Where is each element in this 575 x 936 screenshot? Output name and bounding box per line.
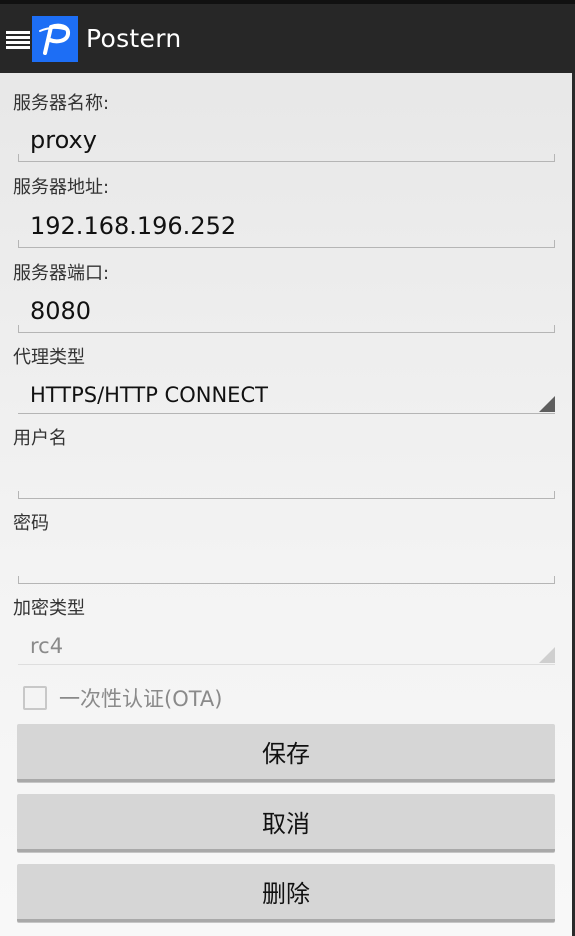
server-name-label: 服务器名称: (13, 93, 110, 114)
proxy-type-value: HTTPS/HTTP CONNECT (30, 383, 268, 407)
cancel-button[interactable]: 取消 (17, 794, 555, 852)
username-label: 用户名 (13, 428, 67, 449)
action-bar: Postern (0, 0, 575, 73)
menu-icon[interactable] (6, 30, 30, 50)
encryption-type-spinner: rc4 (18, 629, 555, 665)
delete-button[interactable]: 删除 (17, 864, 555, 922)
server-address-label: 服务器地址: (13, 177, 110, 198)
password-input[interactable] (18, 544, 555, 584)
ota-checkbox-label: 一次性认证(OTA) (59, 687, 223, 711)
proxy-type-spinner[interactable]: HTTPS/HTTP CONNECT (18, 378, 555, 414)
password-label: 密码 (13, 513, 49, 534)
server-port-value: 8080 (30, 297, 92, 325)
dropdown-triangle-icon (539, 647, 555, 663)
ota-checkbox-row: 一次性认证(OTA) (23, 683, 222, 713)
proxy-type-label: 代理类型 (13, 347, 85, 368)
encryption-type-label: 加密类型 (13, 598, 85, 619)
app-logo (32, 15, 78, 62)
encryption-type-value: rc4 (30, 634, 64, 658)
dropdown-triangle-icon (539, 396, 555, 412)
username-input[interactable] (18, 459, 555, 499)
ota-checkbox (23, 686, 47, 710)
save-button[interactable]: 保存 (17, 724, 555, 782)
postern-logo-icon (39, 23, 71, 55)
server-port-input[interactable]: 8080 (18, 293, 555, 333)
server-port-label: 服务器端口: (13, 263, 110, 284)
app-title: Postern (86, 24, 182, 53)
server-name-value: proxy (30, 126, 97, 154)
app-screen: Postern 服务器名称: proxy 服务器地址: 192.168.196.… (0, 0, 575, 936)
server-address-value: 192.168.196.252 (30, 212, 237, 240)
server-address-input[interactable]: 192.168.196.252 (18, 208, 555, 248)
server-name-input[interactable]: proxy (18, 122, 555, 162)
